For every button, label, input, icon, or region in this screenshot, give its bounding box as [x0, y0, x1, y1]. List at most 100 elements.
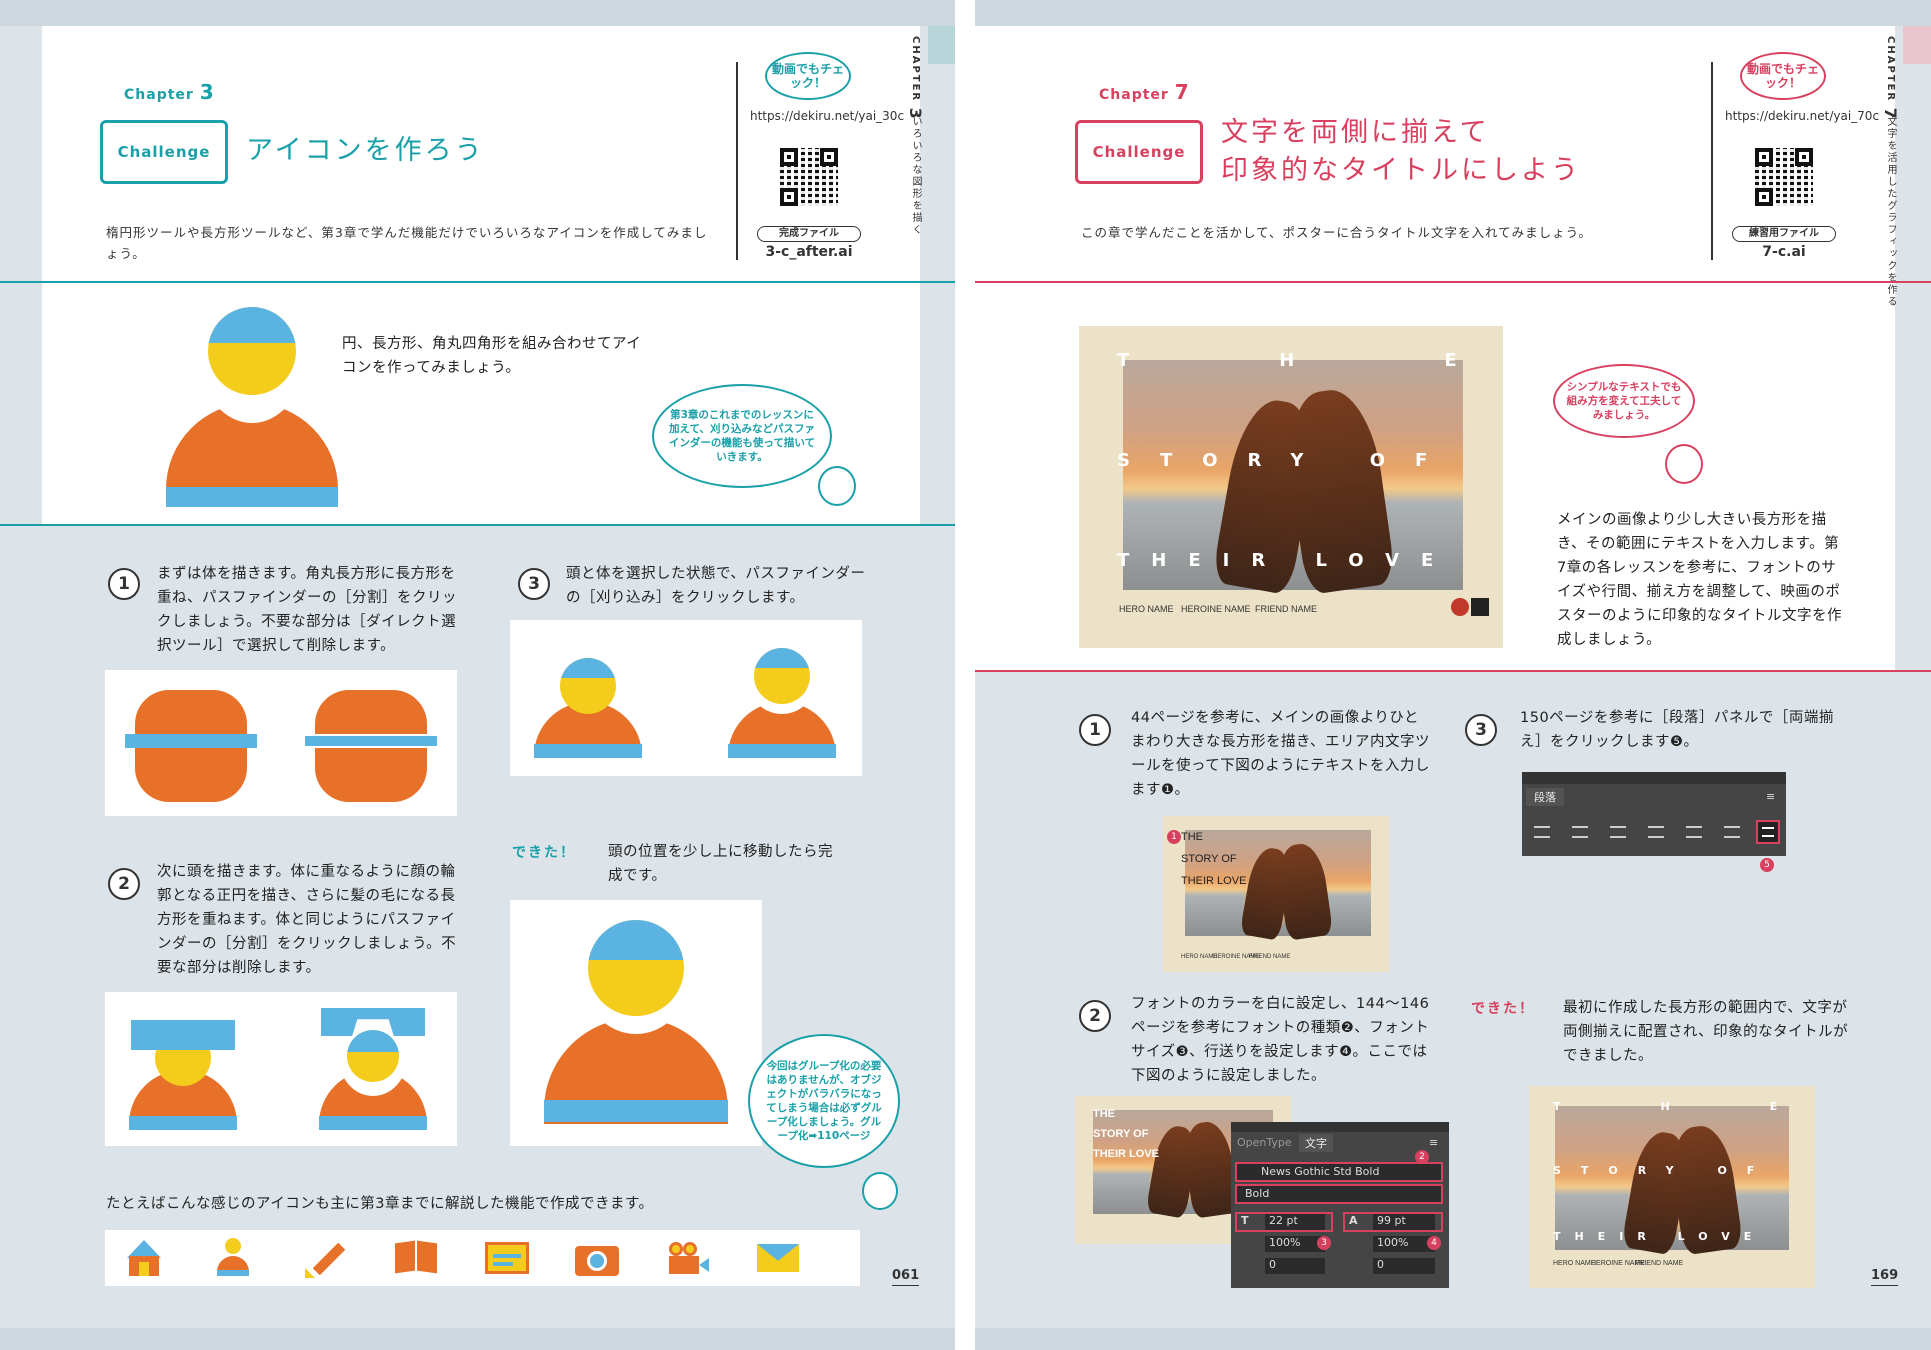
divider-right	[1711, 62, 1713, 260]
paragraph-panel: 段落 ≡	[1522, 772, 1786, 856]
tab-character[interactable]: 文字	[1299, 1134, 1333, 1152]
marker-1: 1	[1167, 830, 1181, 844]
chapter-label-right: Chapter 7	[1099, 80, 1190, 104]
qr-code-right[interactable]	[1755, 148, 1813, 206]
thumb-tab	[928, 26, 955, 64]
video-url[interactable]: https://dekiru.net/yai_30c	[750, 108, 904, 124]
rule-top-right	[975, 281, 1931, 283]
thumb-tab-right	[1903, 26, 1931, 64]
step2-number-right: 2	[1079, 1000, 1111, 1032]
step1-figure-right: THE STORY OF THEIR LOVE 1 HERO NAME HEROIN…	[1163, 816, 1389, 972]
qr-code[interactable]	[780, 148, 838, 206]
character-panel: OpenType 文字 ≡ News Gothic Std Bold 2 Bol…	[1231, 1122, 1449, 1288]
character-icon	[818, 466, 856, 506]
poster-line2: STORY OF	[1117, 450, 1458, 471]
marker-3: 3	[1317, 1236, 1331, 1250]
file-name-right: 7-c.ai	[1762, 244, 1806, 260]
poster-line3: THEIR LOVE	[1117, 550, 1456, 571]
top-band	[0, 0, 955, 26]
font-style-field[interactable]: Bold	[1235, 1184, 1443, 1204]
rule-bottom-right	[975, 670, 1931, 672]
logo-mark-2	[1471, 598, 1489, 616]
panel-menu-icon-2[interactable]: ≡	[1766, 790, 1775, 803]
step3-text-right: 150ページを参考に［段落］パネルで［両端揃え］をクリックします❺。	[1520, 710, 1834, 750]
poster-line1: THE	[1117, 350, 1607, 371]
icon-illustration	[166, 305, 338, 507]
step2-number: 2	[108, 868, 140, 900]
step1-number: 1	[108, 568, 140, 600]
panel-menu-icon[interactable]: ≡	[1429, 1136, 1438, 1149]
font-size-field[interactable]: 22 pt	[1265, 1214, 1325, 1230]
video-camera-icon	[665, 1242, 711, 1276]
bottom-band-right	[975, 1328, 1931, 1350]
kerning-field[interactable]: 0	[1265, 1258, 1325, 1274]
tab-opentype[interactable]: OpenType	[1237, 1136, 1292, 1149]
tracking-field[interactable]: 0	[1373, 1258, 1435, 1274]
page-number: 061	[892, 1268, 920, 1286]
justify-right-button[interactable]	[1724, 826, 1740, 838]
bottom-text: たとえばこんな感じのアイコンも主に第3章までに解説した機能で作成できます。	[106, 1196, 654, 1212]
rule-bottom	[0, 524, 955, 526]
done-figure-right: THE STORY OF THEIR LOVE HERO NAME HEROIN…	[1529, 1086, 1815, 1288]
challenge-badge-right: Challenge	[1075, 120, 1203, 184]
horizontal-scale-field[interactable]: 100%	[1373, 1236, 1435, 1252]
video-bubble-right: 動画でもチェック！	[1740, 52, 1826, 100]
step3-figure	[510, 620, 862, 776]
font-family-field[interactable]: News Gothic Std Bold	[1235, 1162, 1443, 1182]
done-figure	[510, 900, 762, 1146]
step3-number-right: 3	[1465, 714, 1497, 746]
side-title: いろいろな図形を描く	[910, 116, 921, 236]
step1-text-right: 44ページを参考に、メインの画像よりひとまわり大きな長方形を描き、エリア内文字ツ…	[1131, 710, 1430, 798]
step3-text: 頭と体を選択した状態で、パスファインダーの［刈り込み］をクリックします。	[566, 566, 866, 606]
marker-2: 2	[1415, 1150, 1429, 1164]
justify-center-button[interactable]	[1686, 826, 1702, 838]
credit-3: FRIEND NAME	[1255, 604, 1318, 614]
done-label-right: できた！	[1471, 1001, 1535, 1017]
step2-text-right: フォントのカラーを白に設定し、144〜146ページを参考にフォントの種類❷、フォ…	[1131, 996, 1430, 1084]
side-chapter: CHAPTER 3	[906, 36, 925, 121]
done-text-right: 最初に作成した長方形の範囲内で、文字が両側揃えに配置され、印象的なタイトルができ…	[1563, 1000, 1849, 1064]
main-poster: THE STORY OF THEIR LOVE HERO NAME HEROIN…	[1079, 326, 1503, 648]
icon-strip	[105, 1230, 860, 1286]
divider	[736, 62, 738, 260]
page-number-right: 169	[1871, 1268, 1899, 1286]
file-label-right: 練習用ファイル	[1732, 226, 1836, 242]
speech-bubble-2: 今回はグループ化の必要はありませんが、オブジェクトがバラバラになってしまう場合は…	[748, 1034, 900, 1168]
step1-text-overlay: THE STORY OF THEIR LOVE	[1181, 831, 1247, 887]
page-title: アイコンを作ろう	[246, 135, 485, 166]
align-center-button[interactable]	[1572, 826, 1588, 838]
house-icon	[123, 1240, 165, 1276]
step1-number-right: 1	[1079, 714, 1111, 746]
window-icon	[485, 1242, 529, 1274]
vertical-scale-field[interactable]: 100%	[1265, 1236, 1325, 1252]
lead-text-right: この章で学んだことを活かして、ポスターに合うタイトル文字を入れてみましょう。	[1081, 225, 1592, 240]
gutter	[955, 0, 975, 1350]
step3-number: 3	[518, 568, 550, 600]
justify-left-button[interactable]	[1648, 826, 1664, 838]
right-page: Chapter 7 Challenge 文字を両側に揃えて 印象的なタイトルにし…	[975, 0, 1931, 1350]
step2-figure	[105, 992, 457, 1146]
tab-paragraph[interactable]: 段落	[1526, 788, 1564, 806]
envelope-icon	[757, 1244, 799, 1272]
book-icon	[395, 1240, 439, 1276]
video-url-right[interactable]: https://dekiru.net/yai_70c	[1725, 108, 1879, 124]
intro-text-right: メインの画像より少し大きい長方形を描き、その範囲にテキストを入力します。第7章の…	[1557, 512, 1842, 648]
challenge-badge: Challenge	[100, 120, 228, 184]
justify-all-button[interactable]	[1756, 820, 1780, 844]
pencil-icon	[305, 1238, 346, 1278]
file-label: 完成ファイル	[757, 226, 861, 242]
step1-figure	[105, 670, 457, 816]
step2-text: 次に頭を描きます。体に重なるように顔の輪郭となる正円を描き、さらに髪の毛になる長…	[157, 864, 457, 976]
person-icon	[215, 1238, 251, 1278]
align-right-button[interactable]	[1610, 826, 1626, 838]
marker-4: 4	[1427, 1236, 1441, 1250]
intro-text: 円、長方形、角丸四角形を組み合わせてアイコンを作ってみましょう。	[342, 336, 642, 376]
camera-icon	[575, 1240, 619, 1276]
leading-field[interactable]: 99 pt	[1373, 1214, 1435, 1230]
align-left-button[interactable]	[1534, 826, 1550, 838]
marker-5: 5	[1760, 858, 1774, 872]
credit-1: HERO NAME	[1119, 604, 1174, 614]
lead-text: 楕円形ツールや長方形ツールなど、第3章で学んだ機能だけでいろいろなアイコンを作成…	[106, 225, 708, 261]
character-icon-right	[1665, 444, 1703, 484]
step2-text-overlay: THE STORY OF THEIR LOVE	[1093, 1108, 1160, 1160]
